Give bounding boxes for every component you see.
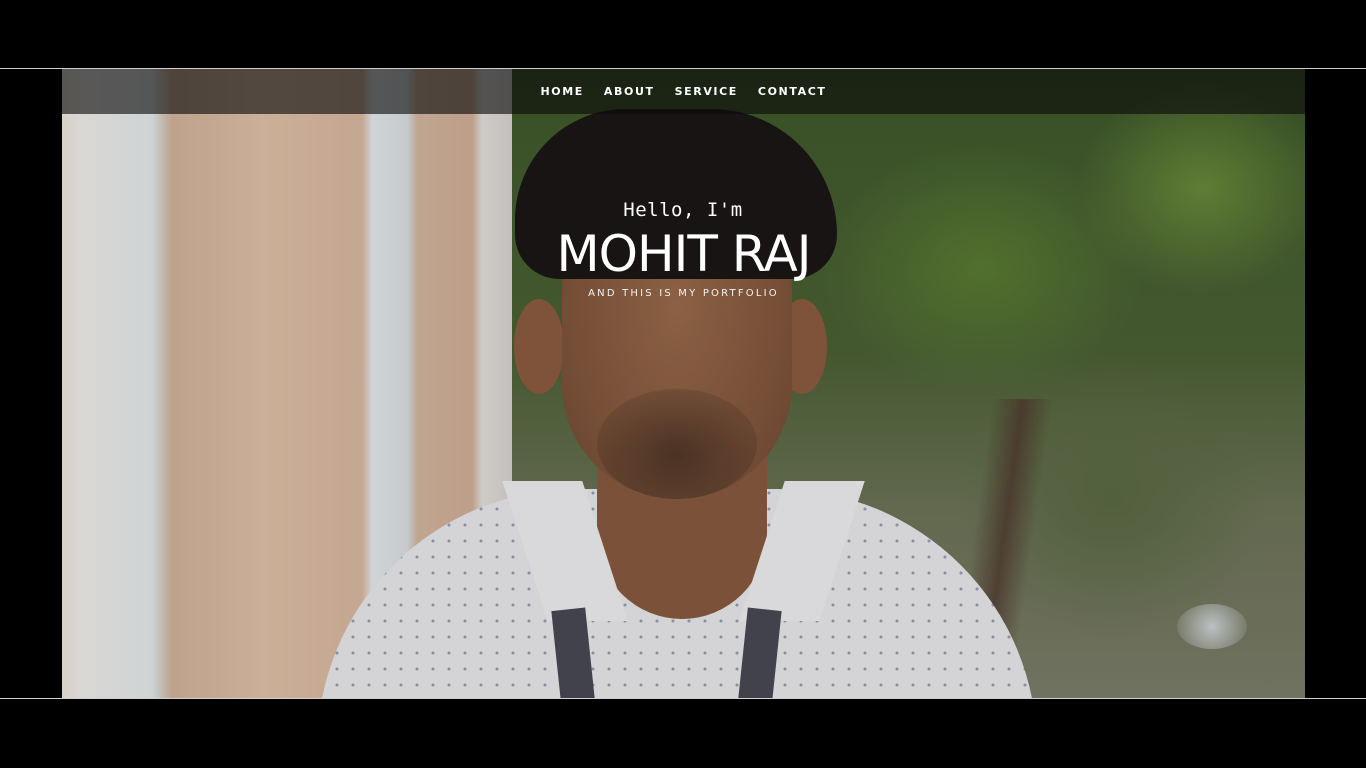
bottom-letterbox	[0, 698, 1366, 768]
nav-contact-link[interactable]: CONTACT	[758, 85, 827, 98]
top-letterbox	[0, 0, 1366, 69]
nav-about-link[interactable]: ABOUT	[604, 85, 655, 98]
browser-viewport: HOME ABOUT SERVICE CONTACT Hello, I'm MO…	[0, 0, 1366, 768]
hero-name: MOHIT RAJ	[556, 225, 812, 283]
nav-service-link[interactable]: SERVICE	[675, 85, 738, 98]
hero-section: HOME ABOUT SERVICE CONTACT Hello, I'm MO…	[62, 69, 1305, 698]
hero-overlay	[62, 69, 1305, 698]
nav-links: HOME ABOUT SERVICE CONTACT	[541, 85, 827, 98]
hero-tagline: AND THIS IS MY PORTFOLIO	[588, 288, 779, 299]
nav-home-link[interactable]: HOME	[541, 85, 584, 98]
hero-text-block: Hello, I'm MOHIT RAJ AND THIS IS MY PORT…	[62, 199, 1305, 299]
hero-greeting: Hello, I'm	[623, 199, 743, 221]
main-navbar: HOME ABOUT SERVICE CONTACT	[62, 69, 1305, 114]
